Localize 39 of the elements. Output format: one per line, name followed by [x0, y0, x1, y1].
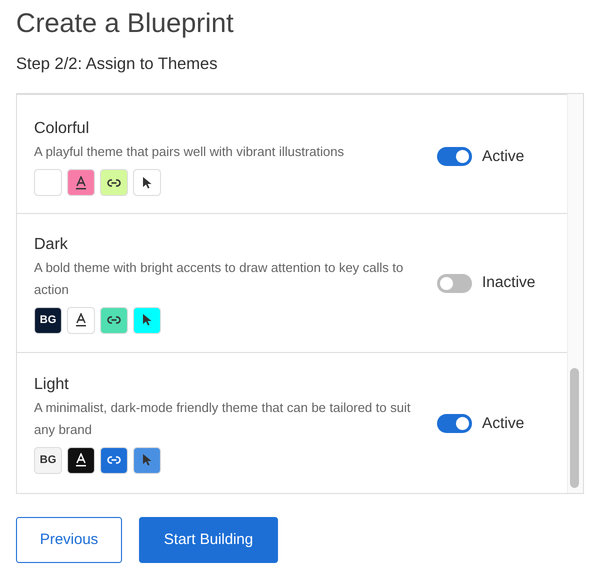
theme-name: Light	[34, 374, 69, 395]
scrollbar-track[interactable]	[567, 94, 583, 493]
cursor-icon	[142, 454, 152, 466]
theme-description: A minimalist, dark-mode friendly theme that can be tailored to suit any brand	[34, 398, 412, 439]
toggle-switch[interactable]	[437, 147, 472, 166]
background-swatch[interactable]: BG	[34, 446, 62, 474]
cursor-swatch[interactable]	[133, 169, 161, 196]
page-title: Create a Blueprint	[16, 7, 234, 40]
status-label: Inactive	[482, 273, 536, 294]
start-building-button[interactable]: Start Building	[139, 517, 278, 563]
link-color-swatch[interactable]	[100, 306, 128, 334]
text-color-swatch[interactable]	[67, 169, 95, 196]
cursor-icon	[142, 314, 152, 326]
previous-button[interactable]: Previous	[16, 517, 122, 563]
background-swatch[interactable]	[34, 169, 62, 196]
link-icon	[107, 178, 121, 187]
text-color-swatch[interactable]	[67, 306, 95, 334]
link-icon	[107, 456, 121, 464]
status-label: Active	[482, 147, 524, 168]
link-color-swatch[interactable]	[100, 169, 128, 196]
scrollbar-thumb[interactable]	[570, 368, 579, 488]
text-color-icon	[75, 176, 87, 190]
status-label: Active	[482, 414, 524, 434]
toggle-switch[interactable]	[437, 414, 472, 433]
text-color-icon	[75, 453, 87, 468]
cursor-swatch[interactable]	[133, 306, 161, 334]
background-swatch[interactable]: BG	[34, 306, 62, 334]
theme-name: Dark	[34, 234, 68, 255]
text-color-swatch[interactable]	[67, 446, 95, 474]
link-icon	[107, 316, 121, 324]
theme-name: Colorful	[34, 119, 90, 140]
theme-description: A playful theme that pairs well with vibrant illustrations	[34, 143, 345, 162]
cursor-icon	[142, 176, 152, 189]
theme-description: A bold theme with bright accents to draw attention to key calls to action	[34, 258, 404, 299]
cursor-swatch[interactable]	[133, 446, 161, 474]
text-color-icon	[75, 313, 87, 328]
step-subtitle: Step 2/2: Assign to Themes	[16, 54, 218, 75]
toggle-switch[interactable]	[437, 274, 472, 293]
link-color-swatch[interactable]	[100, 446, 128, 474]
